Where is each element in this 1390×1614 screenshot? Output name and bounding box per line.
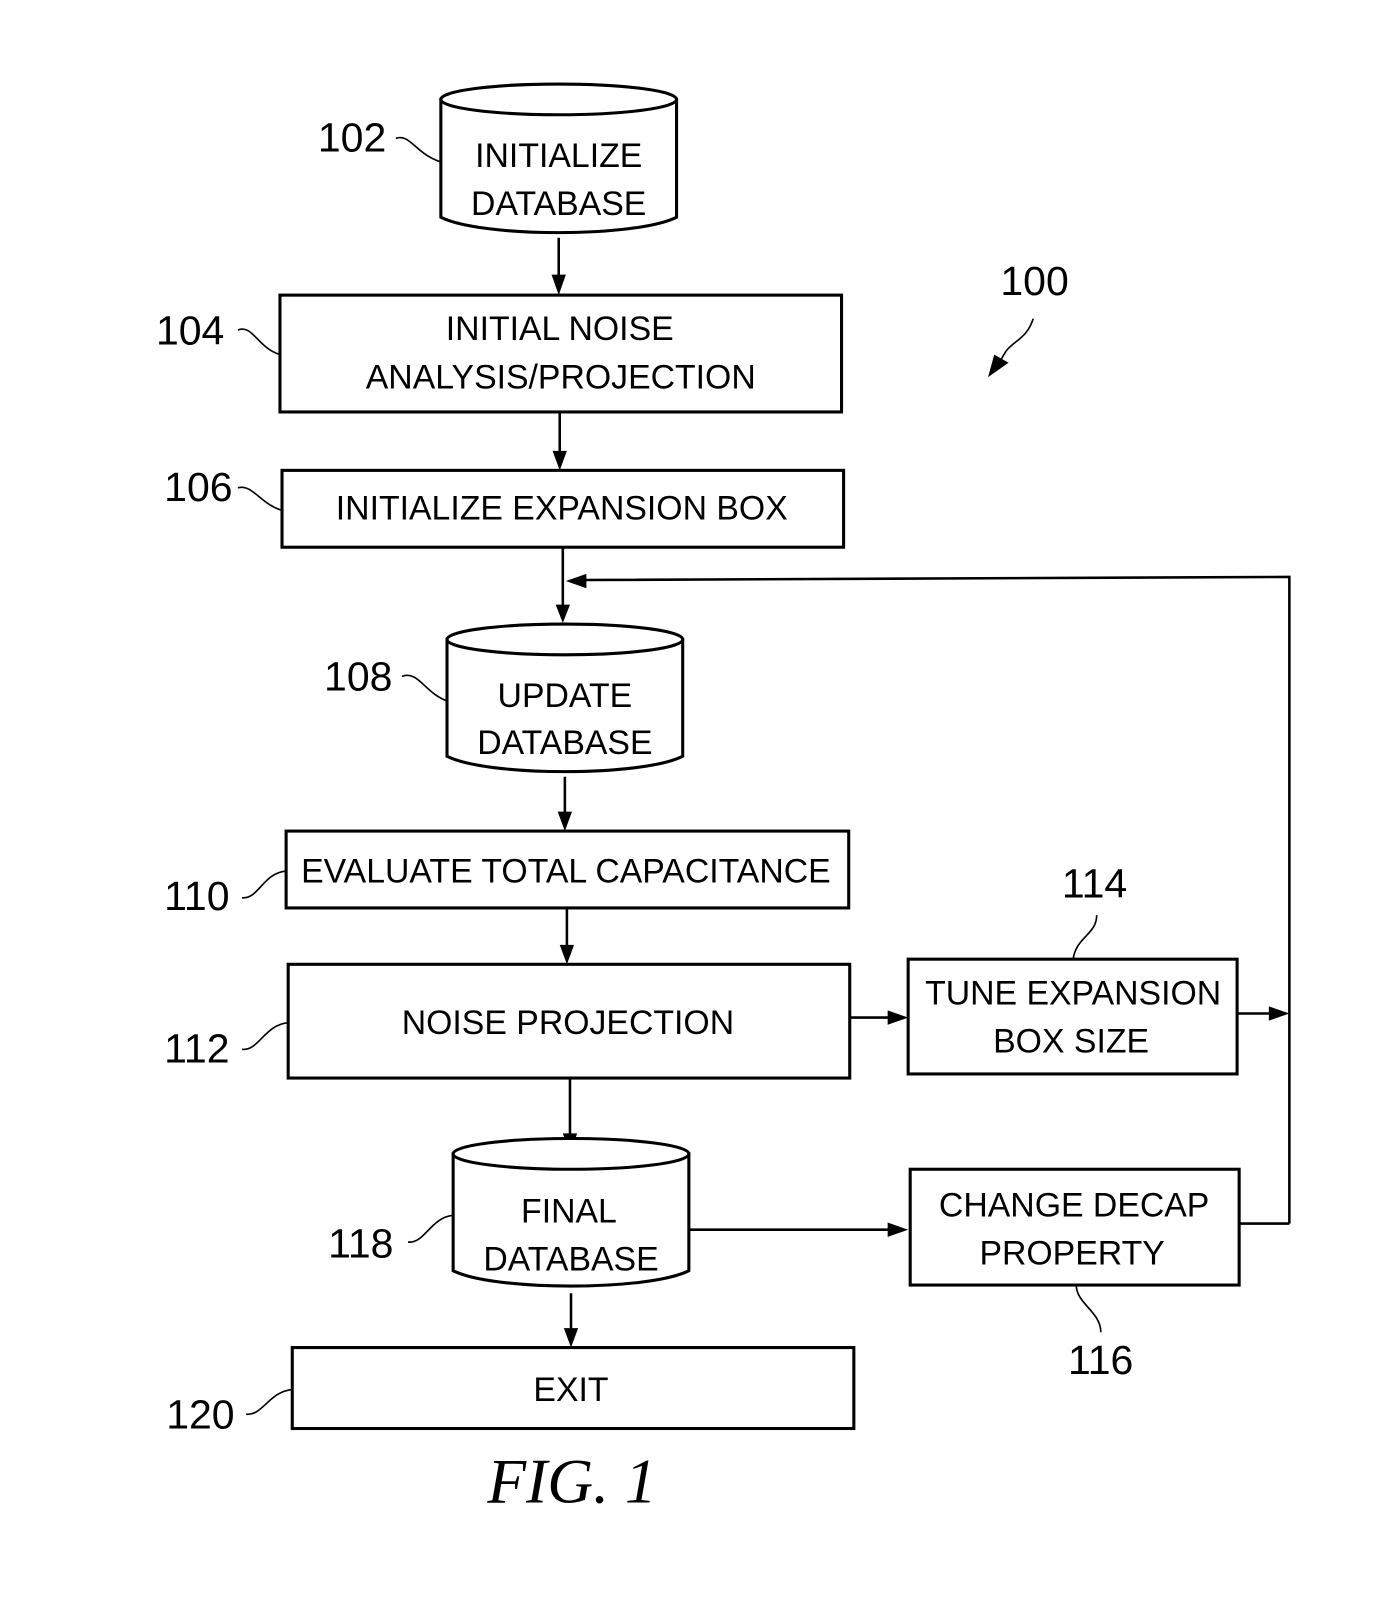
arrowhead-104-106 [552, 450, 567, 471]
figure-ref-arrow [997, 318, 1034, 366]
step-114-label-line2: BOX SIZE [993, 1022, 1149, 1060]
leader-110 [241, 870, 287, 899]
step-112-noise-projection[interactable]: NOISE PROJECTION [286, 962, 852, 1080]
step-116-label-line1: CHANGE DECAP [939, 1186, 1209, 1224]
step-108-label-line2: DATABASE [477, 724, 652, 762]
ref-110: 110 [164, 873, 229, 919]
arrowhead-110-112 [559, 944, 575, 965]
leader-118 [407, 1214, 454, 1243]
ref-106: 106 [164, 464, 232, 510]
ref-120: 120 [166, 1392, 234, 1438]
ref-102: 102 [318, 115, 386, 161]
step-102-initialize-database[interactable]: INITIALIZE DATABASE [439, 82, 679, 235]
ref-112: 112 [164, 1026, 229, 1072]
ref-104: 104 [156, 307, 224, 353]
leader-116 [1075, 1284, 1102, 1333]
leader-120 [246, 1388, 293, 1415]
leader-106 [237, 486, 283, 512]
step-114-tune-expansion-box-size[interactable]: TUNE EXPANSION BOX SIZE [906, 957, 1239, 1076]
ref-116: 116 [1068, 1337, 1133, 1383]
arrowhead-114-rail [1268, 1006, 1290, 1021]
leader-108 [401, 674, 448, 702]
step-118-final-database[interactable]: FINAL DATABASE [451, 1136, 691, 1288]
step-104-label-line2: ANALYSIS/PROJECTION [366, 358, 756, 396]
arrowhead-108-110 [557, 811, 573, 832]
step-120-label: EXIT [533, 1371, 608, 1409]
step-104-initial-noise-analysis[interactable]: INITIAL NOISE ANALYSIS/PROJECTION [278, 293, 844, 414]
step-116-change-decap-property[interactable]: CHANGE DECAP PROPERTY [908, 1167, 1241, 1287]
figure-caption: FIG. 1 [486, 1445, 656, 1516]
ref-114: 114 [1062, 861, 1127, 907]
ref-118: 118 [328, 1220, 393, 1266]
feedback-arrowhead [565, 573, 587, 589]
step-112-label: NOISE PROJECTION [402, 1004, 734, 1042]
arrowhead-118-120 [563, 1328, 579, 1348]
figure-reference-number: 100 [1000, 258, 1068, 304]
step-102-label-line1: INITIALIZE [475, 137, 642, 175]
leader-102 [395, 136, 442, 163]
ref-108: 108 [324, 654, 392, 700]
step-120-exit[interactable]: EXIT [290, 1346, 856, 1431]
step-118-label-line1: FINAL [521, 1193, 617, 1231]
step-106-label: INITIALIZE EXPANSION BOX [336, 490, 788, 528]
step-110-evaluate-total-capacitance[interactable]: EVALUATE TOTAL CAPACITANCE [284, 829, 851, 910]
figure-ref-arrowhead [988, 354, 1009, 378]
step-104-label-line1: INITIAL NOISE [446, 310, 674, 348]
flowchart: INITIALIZE DATABASE 102 INITIAL NOISE AN… [156, 82, 1291, 1516]
step-106-initialize-expansion-box[interactable]: INITIALIZE EXPANSION BOX [280, 468, 846, 549]
arrowhead-118-116 [887, 1222, 909, 1237]
step-108-update-database[interactable]: UPDATE DATABASE [445, 622, 685, 774]
arrowhead-106-108 [555, 604, 570, 624]
leader-104 [237, 328, 281, 356]
step-102-label-line2: DATABASE [471, 185, 646, 223]
arrowhead-102-104 [551, 274, 566, 296]
step-114-label-line1: TUNE EXPANSION [925, 974, 1221, 1012]
step-108-label-line1: UPDATE [498, 677, 633, 715]
leader-114 [1072, 915, 1098, 960]
step-118-label-line2: DATABASE [483, 1241, 658, 1279]
step-116-label-line2: PROPERTY [979, 1235, 1164, 1273]
arrowhead-112-114 [887, 1010, 909, 1025]
leader-112 [241, 1021, 289, 1051]
step-110-label: EVALUATE TOTAL CAPACITANCE [301, 852, 831, 890]
